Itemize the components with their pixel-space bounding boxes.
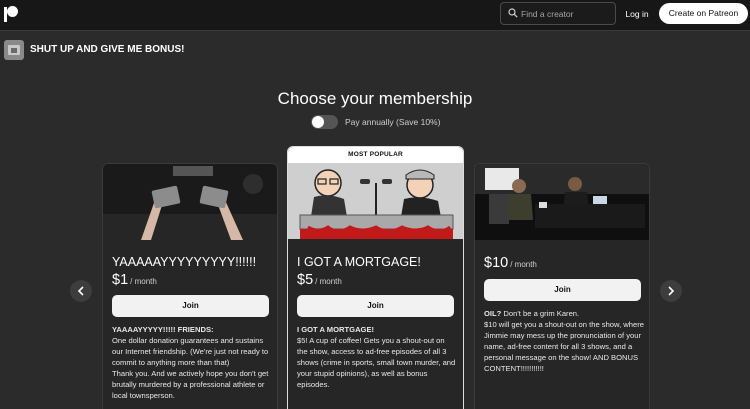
tier-1-price-period: / month — [130, 277, 157, 286]
tier-card-2: MOST POPULAR I GOT A MORTGAGE! $5/ month… — [287, 146, 464, 409]
tier-1-price-amount: $1 — [112, 272, 129, 288]
tier-3-desc-line: $10 will get you a shout-out on the show… — [484, 320, 644, 373]
tier-3-image — [475, 164, 649, 240]
tier-1-image — [103, 164, 277, 240]
tier-2-description: I GOT A MORTGAGE! $5! A cup of coffee! G… — [297, 324, 457, 390]
top-nav: Log in Create on Patreon — [0, 0, 750, 31]
creator-avatar[interactable] — [4, 40, 24, 60]
tier-3-desc-first-line: OIL? Don't be a grim Karen. — [484, 308, 644, 319]
tier-3-join-button[interactable]: Join — [484, 279, 641, 301]
tier-1-price: $1/ month — [112, 272, 157, 288]
search-box[interactable] — [500, 2, 616, 25]
patreon-logo-icon[interactable] — [4, 6, 18, 22]
tier-1-join-button[interactable]: Join — [112, 295, 269, 317]
tier-2-desc-heading: I GOT A MORTGAGE! — [297, 325, 375, 334]
tier-3-price-amount: $10 — [484, 255, 509, 271]
creator-name[interactable]: SHUT UP AND GIVE ME BONUS! — [30, 44, 184, 55]
tier-1-description: YAAAAYYYYY!!!!! FRIENDS: One dollar dona… — [112, 324, 272, 401]
tier-2-price: $5/ month — [297, 272, 342, 288]
tier-2-image — [288, 163, 463, 239]
tier-2-desc-line: $5! A cup of coffee! Gets you a shout-ou… — [297, 336, 456, 389]
tier-card-1: YAAAAAYYYYYYYYY!!!!!! $1/ month Join YAA… — [102, 163, 278, 409]
tier-card-3: $10/ month Join OIL? Don't be a grim Kar… — [474, 163, 650, 409]
login-link[interactable]: Log in — [620, 7, 654, 21]
carousel-prev-button[interactable] — [70, 280, 92, 302]
tier-1-desc-heading: YAAAAYYYYY!!!!! FRIENDS: — [112, 325, 214, 334]
tier-3-price: $10/ month — [484, 255, 537, 271]
search-input[interactable] — [521, 5, 611, 22]
tier-3-desc-tagline: Don't be a grim Karen. — [501, 309, 580, 318]
chevron-right-icon — [668, 286, 675, 296]
tier-2-name: I GOT A MORTGAGE! — [297, 255, 421, 269]
tier-3-price-period: / month — [510, 260, 537, 269]
tier-2-price-amount: $5 — [297, 272, 314, 288]
membership-title: Choose your membership — [277, 89, 473, 108]
tier-2-join-button[interactable]: Join — [297, 295, 454, 317]
chevron-left-icon — [77, 286, 84, 296]
tier-3-description: OIL? Don't be a grim Karen. $10 will get… — [484, 308, 644, 374]
pay-annually-toggle[interactable] — [311, 115, 338, 129]
tier-3-desc-heading: OIL? — [484, 309, 502, 318]
pay-annually-label: Pay annually (Save 10%) — [345, 117, 441, 127]
tier-1-name: YAAAAAYYYYYYYYY!!!!!! — [112, 255, 257, 269]
tier-1-desc-line: One dollar donation guarantees and susta… — [112, 336, 269, 367]
tier-2-price-period: / month — [315, 277, 342, 286]
most-popular-badge: MOST POPULAR — [288, 147, 463, 163]
search-icon — [508, 8, 518, 18]
create-on-patreon-button[interactable]: Create on Patreon — [659, 3, 748, 24]
carousel-next-button[interactable] — [660, 280, 682, 302]
tier-1-desc-line: Thank you. And we actively hope you don'… — [112, 369, 269, 400]
